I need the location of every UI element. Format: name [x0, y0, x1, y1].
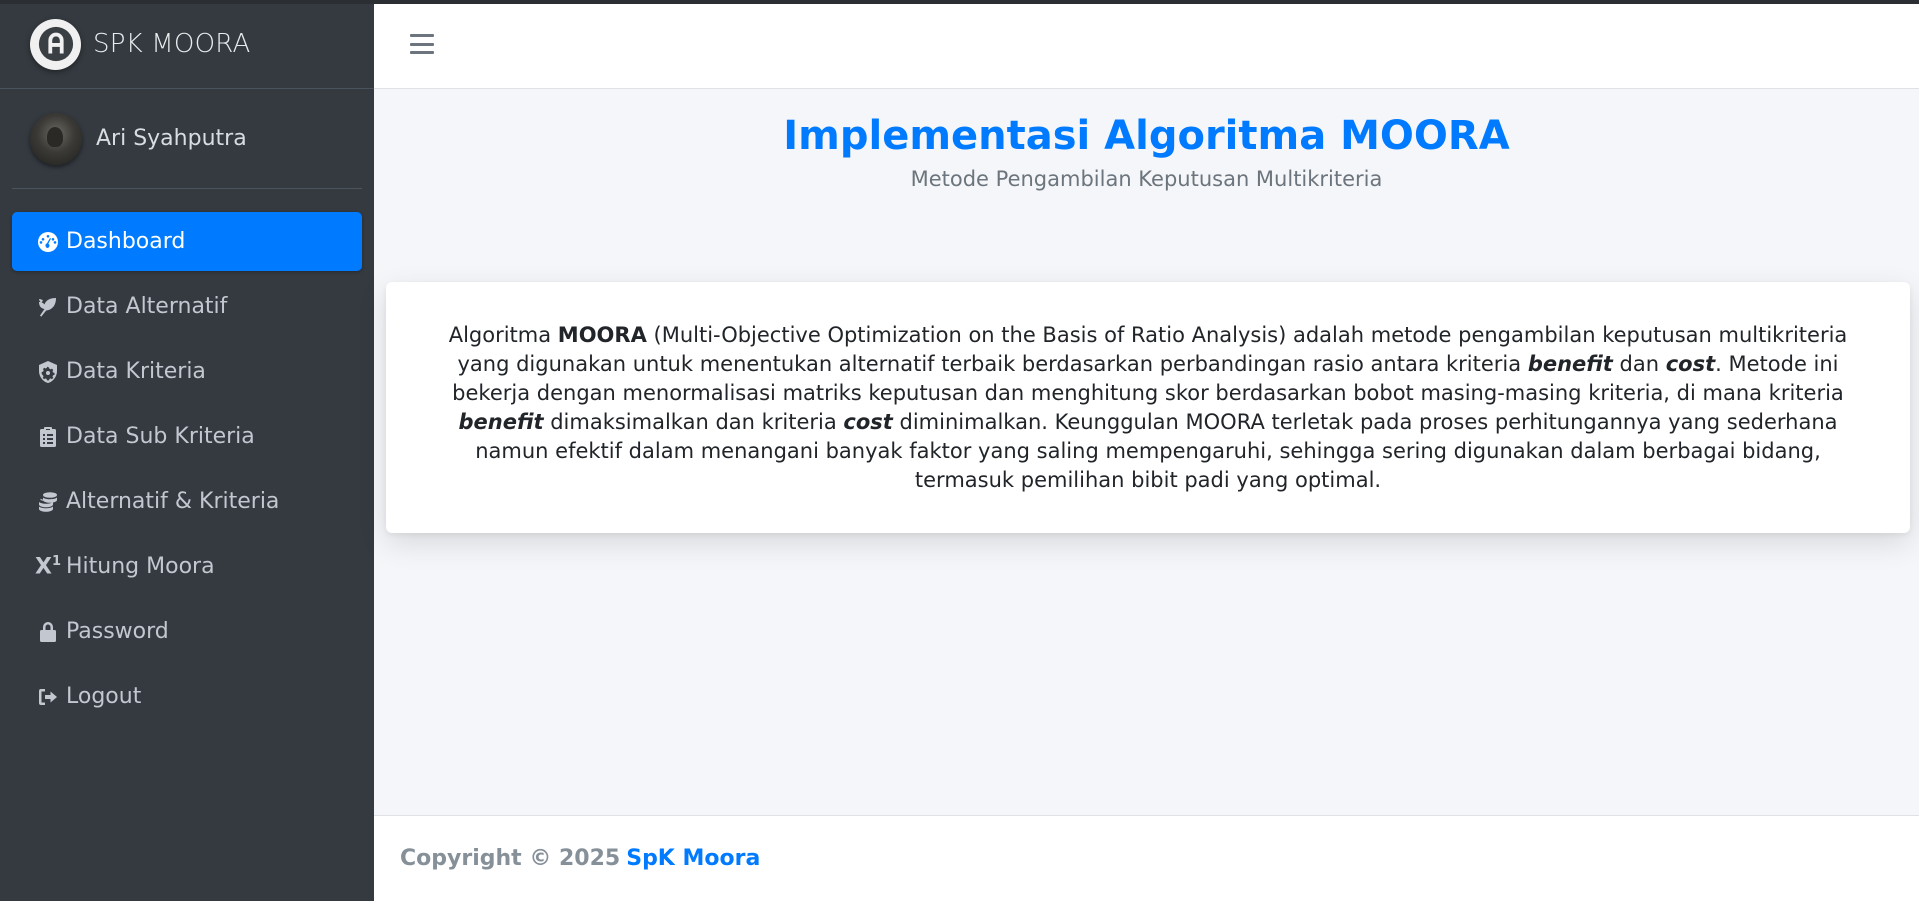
sidebar-item-password[interactable]: Password	[12, 602, 362, 661]
sidebar-item-dashboard[interactable]: Dashboard	[12, 212, 362, 271]
cost-emphasis: cost	[1665, 351, 1716, 376]
benefit-emphasis: benefit	[458, 409, 544, 434]
moora-strong: MOORA	[557, 322, 647, 347]
sidebar-item-hitung-moora[interactable]: X1 Hitung Moora	[12, 537, 362, 596]
sidebar-item-label: Data Sub Kriteria	[66, 424, 255, 449]
tachometer-icon	[34, 228, 62, 256]
page-title: Implementasi Algoritma MOORA	[783, 113, 1510, 159]
sidebar: SPK MOORA Ari Syahputra Dashboard Data A…	[0, 0, 374, 901]
description-text: Algoritma MOORA (Multi-Objective Optimiz…	[448, 322, 1848, 492]
sidebar-nav: Dashboard Data Alternatif Data Kriteria …	[0, 212, 374, 726]
lock-icon	[34, 618, 62, 646]
cost-emphasis: cost	[843, 409, 893, 434]
page-subtitle: Metode Pengambilan Keputusan Multikriter…	[910, 167, 1383, 191]
description-card: Algoritma MOORA (Multi-Objective Optimiz…	[386, 282, 1910, 533]
sidebar-item-label: Dashboard	[66, 229, 186, 254]
hamburger-icon[interactable]	[410, 34, 434, 54]
sidebar-item-label: Password	[66, 619, 169, 644]
sidebar-item-logout[interactable]: Logout	[12, 667, 362, 726]
sidebar-item-label: Hitung Moora	[66, 554, 215, 579]
seedling-icon	[34, 293, 62, 321]
top-navbar	[374, 0, 1919, 89]
superscript-icon: X1	[34, 553, 61, 580]
sidebar-item-data-sub-kriteria[interactable]: Data Sub Kriteria	[12, 407, 362, 466]
sidebar-item-data-alternatif[interactable]: Data Alternatif	[12, 277, 362, 336]
content-wrapper: Implementasi Algoritma MOORA Metode Peng…	[374, 89, 1919, 815]
footer: Copyright © 2025 SpK Moora	[374, 815, 1919, 901]
user-name[interactable]: Ari Syahputra	[96, 126, 247, 151]
brand-link[interactable]: SPK MOORA	[0, 0, 374, 89]
user-panel[interactable]: Ari Syahputra	[12, 89, 362, 189]
window-top-border	[0, 0, 1919, 4]
brand-title: SPK MOORA	[93, 29, 251, 59]
coins-stack-icon	[34, 488, 62, 516]
brand-logo-icon	[30, 18, 81, 70]
copyright-text: Copyright © 2025	[400, 846, 621, 871]
benefit-emphasis: benefit	[1527, 351, 1613, 376]
clipboard-list-icon	[34, 423, 62, 451]
sidebar-item-label: Alternatif & Kriteria	[66, 489, 280, 514]
avatar	[30, 112, 82, 165]
sidebar-item-label: Data Kriteria	[66, 359, 206, 384]
sidebar-item-alternatif-kriteria[interactable]: Alternatif & Kriteria	[12, 472, 362, 531]
sign-out-icon	[34, 683, 62, 711]
sidebar-item-data-kriteria[interactable]: Data Kriteria	[12, 342, 362, 401]
shield-gear-icon	[34, 358, 62, 386]
footer-brand-link[interactable]: SpK Moora	[626, 846, 760, 871]
sidebar-item-label: Data Alternatif	[66, 294, 228, 319]
sidebar-item-label: Logout	[66, 684, 142, 709]
